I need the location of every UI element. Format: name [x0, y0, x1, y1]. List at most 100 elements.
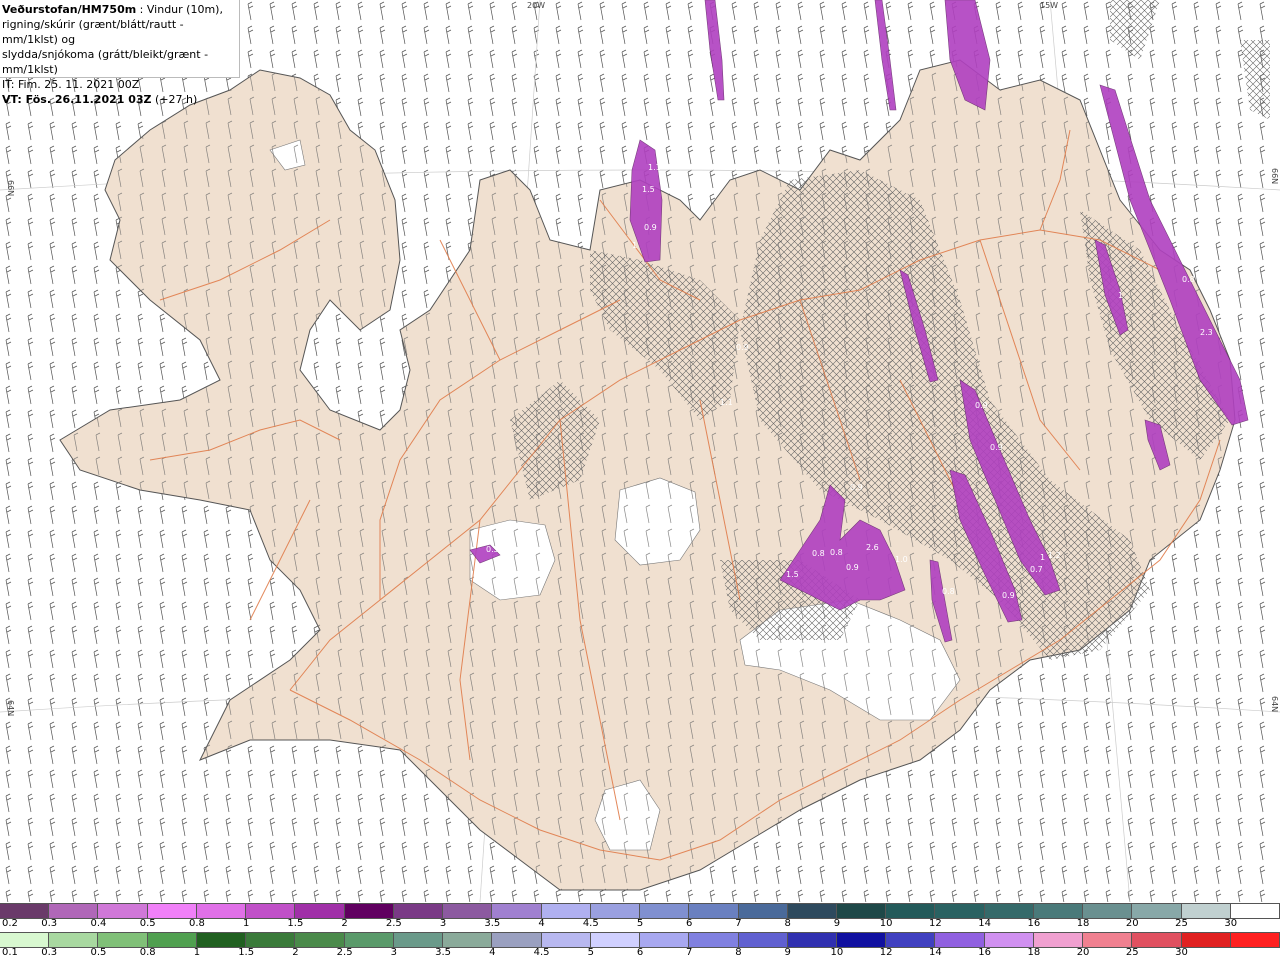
- precip-value-label: 2.3: [1200, 328, 1213, 337]
- snow-legend-label: 0.4: [90, 918, 107, 929]
- snow-swatch: [984, 904, 1034, 918]
- snow-legend-label: 7: [735, 918, 742, 929]
- rain-legend-label: 4.5: [533, 947, 550, 958]
- snow-legend-label: 2.5: [385, 918, 402, 929]
- precip-value-label: 1.5: [642, 185, 655, 194]
- rain-legend-label: 1.5: [238, 947, 255, 958]
- precip-value-label: 0.9: [644, 223, 657, 232]
- snow-swatch: [393, 904, 444, 918]
- snow-swatch: [886, 904, 936, 918]
- precip-value-label: 1.1: [648, 163, 661, 172]
- rain-swatch: [393, 933, 444, 947]
- precip-value-label: 1.2: [1048, 551, 1061, 560]
- rain-legend-label: 18: [1027, 947, 1041, 958]
- snow-legend-label: 9: [833, 918, 841, 929]
- rain-swatch: [196, 933, 247, 947]
- rain-swatch: [492, 933, 542, 947]
- snow-legend-label: 14: [978, 918, 991, 929]
- snow-swatch: [836, 904, 887, 918]
- header-title: Veðurstofan/HM750m: [2, 3, 137, 16]
- snow-legend-label: 18: [1076, 918, 1090, 929]
- rain-legend-labels: 0.1 0.3 0.5 0.8 1 1.5 2 2.5 3 3.5 4 4.5 5 6 7 8 9 10 12 14 1…: [0, 947, 1280, 960]
- rain-legend-bar: [0, 932, 1280, 948]
- rain-legend-label: 30: [1175, 947, 1188, 958]
- rain-legend-label: 6: [636, 947, 644, 958]
- precip-value-label: 0.9: [990, 443, 1003, 452]
- precip-value-label: 1.1: [720, 398, 733, 407]
- rain-legend-label: 4: [489, 947, 496, 958]
- snow-legend-label: 30: [1224, 918, 1238, 929]
- snow-legend-bar: [0, 903, 1280, 919]
- rain-swatch: [738, 933, 788, 947]
- snow-legend-label: 5: [636, 918, 644, 929]
- rain-swatch: [935, 933, 985, 947]
- precip-value-label: 0.9: [846, 563, 859, 572]
- snow-swatch: [246, 904, 296, 918]
- rain-swatch: [787, 933, 837, 947]
- precip-value-label: 1: [1118, 291, 1123, 300]
- axis-label-left-upper: 66N: [6, 180, 15, 196]
- snow-swatch: [1083, 904, 1133, 918]
- header-init-time: IT: Fim. 25. 11. 2021 00Z: [2, 78, 140, 91]
- snow-swatch: [0, 904, 50, 918]
- precip-value-label: 2.6: [866, 543, 879, 552]
- rain-swatch: [1181, 933, 1231, 947]
- snow-swatch: [295, 904, 345, 918]
- snow-swatch: [590, 904, 641, 918]
- rain-legend-label: 5: [587, 947, 594, 958]
- snow-legend-label: 0.3: [41, 918, 58, 929]
- precip-value-label: 1: [1040, 553, 1045, 562]
- header-desc-1: : Vindur (10m),: [136, 3, 223, 16]
- rain-swatch: [147, 933, 197, 947]
- rain-legend-label: 16: [978, 947, 991, 958]
- snow-swatch: [1132, 904, 1182, 918]
- snow-legend-label: 4.5: [582, 918, 599, 929]
- snow-swatch: [738, 904, 788, 918]
- snow-swatch: [787, 904, 837, 918]
- precip-value-label: 0.9: [736, 343, 749, 352]
- snow-swatch: [443, 904, 493, 918]
- snow-legend-label: 0.5: [139, 918, 156, 929]
- precip-value-label: 0.9: [1002, 591, 1015, 600]
- rain-swatch: [541, 933, 591, 947]
- snow-legend-label: 3.5: [484, 918, 501, 929]
- rain-legend-label: 10: [830, 947, 844, 958]
- snow-legend-label: 1: [242, 918, 250, 929]
- precip-value-label: 1.0: [895, 555, 908, 564]
- snow-legend-label: 4: [538, 918, 545, 929]
- precip-value-label: 1: [632, 241, 637, 250]
- header-desc-2: rigning/skúrir (grænt/blátt/rautt - mm/1…: [2, 18, 184, 46]
- precip-value-label: 0.8: [812, 549, 825, 558]
- precip-value-label: 0.8: [942, 587, 955, 596]
- rain-legend-label: 14: [929, 947, 942, 958]
- rain-legend-label: 8: [735, 947, 742, 958]
- precip-value-label: 0.9: [975, 401, 988, 410]
- header-line-1: Veðurstofan/HM750m : Vindur (10m),: [2, 2, 239, 17]
- snow-swatch: [147, 904, 197, 918]
- rain-swatch: [1033, 933, 1084, 947]
- snow-legend-label: 1.5: [287, 918, 304, 929]
- rain-swatch: [443, 933, 493, 947]
- map-canvas: 1.5 0.9 1 1.1 0.9 1.1 0.9 2.3 1 0.8 1 0.9 2.6 1.0 0.9 0…: [0, 0, 1280, 903]
- snow-swatch: [98, 904, 148, 918]
- snow-swatch: [935, 904, 985, 918]
- rain-legend-label: 0.5: [90, 947, 107, 958]
- rain-swatch: [49, 933, 99, 947]
- snow-legend-labels: 0.2 0.3 0.4 0.5 0.8 1 1.5 2 2.5 3 3.5 4 4.5 5 6 7 8 9 10 12…: [0, 918, 1280, 931]
- snow-swatch: [1033, 904, 1084, 918]
- rain-swatch: [886, 933, 936, 947]
- rain-swatch: [0, 933, 50, 947]
- axis-label-left-lower: 64N: [6, 700, 15, 716]
- snow-swatch: [1181, 904, 1231, 918]
- snow-legend-label: 3: [439, 918, 447, 929]
- snow-legend-label: 10: [879, 918, 893, 929]
- precip-value-label: 0.8: [1182, 275, 1195, 284]
- axis-label-right-lower: 64N: [1270, 696, 1279, 712]
- precip-value-label: 0.7: [1030, 565, 1043, 574]
- rain-legend-label: 0.3: [41, 947, 58, 958]
- snow-legend-label: 6: [686, 918, 693, 929]
- forecast-map: 1.5 0.9 1 1.1 0.9 1.1 0.9 2.3 1 0.8 1 0.9 2.6 1.0 0.9 0…: [0, 0, 1280, 903]
- header-valid-time: VT: Fös. 26.11.2021 03Z: [2, 93, 152, 106]
- rain-swatch: [1083, 933, 1133, 947]
- rain-legend-label: 7: [686, 947, 693, 958]
